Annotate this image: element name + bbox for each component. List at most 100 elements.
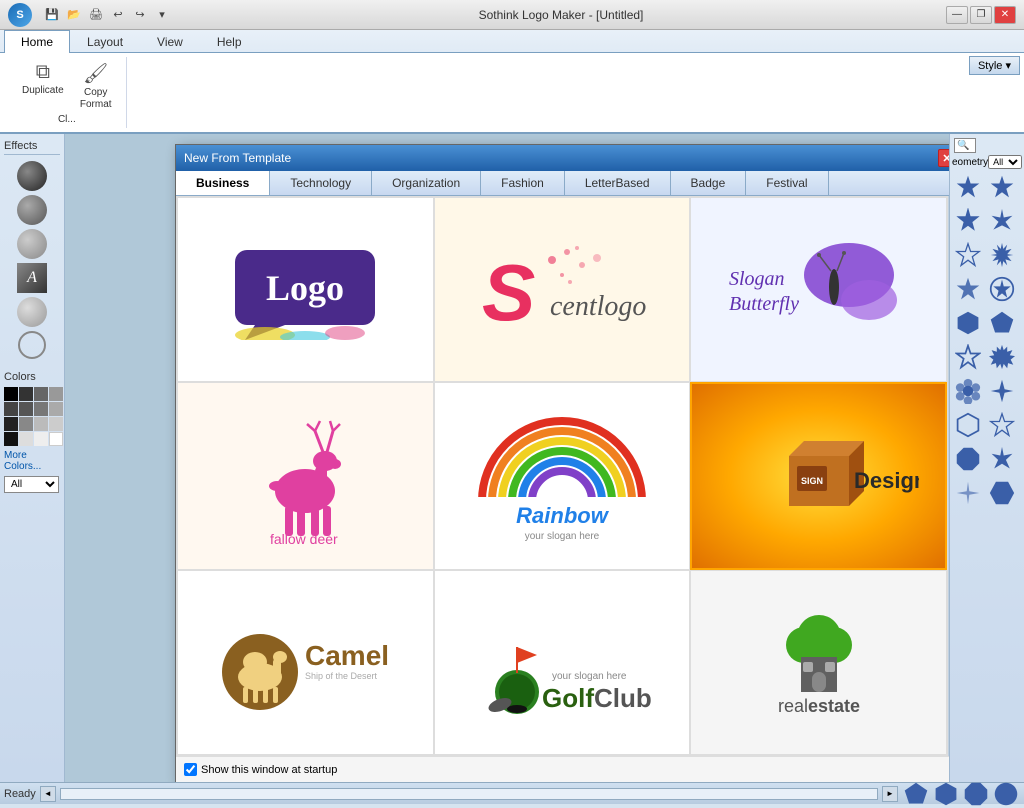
shape-search-input[interactable] bbox=[954, 138, 976, 153]
shape-hexagon3[interactable] bbox=[986, 477, 1018, 509]
modal-tab-festival[interactable]: Festival bbox=[746, 171, 828, 195]
color-dark2[interactable] bbox=[34, 387, 48, 401]
modal-tab-business[interactable]: Business bbox=[176, 171, 270, 195]
effect-outline[interactable] bbox=[18, 331, 46, 359]
bottom-shape-octagon[interactable] bbox=[962, 780, 990, 808]
color-mid2[interactable] bbox=[19, 417, 33, 431]
color-dark5[interactable] bbox=[34, 402, 48, 416]
shape-hexagon2[interactable] bbox=[952, 409, 984, 441]
restore-btn[interactable]: ❐ bbox=[970, 6, 992, 24]
effect-text-a[interactable]: A bbox=[17, 263, 47, 293]
shape-star6-2[interactable] bbox=[952, 205, 984, 237]
quick-access-more[interactable]: ▾ bbox=[152, 6, 172, 24]
template-rainbow[interactable]: Rainbow your slogan here bbox=[434, 382, 691, 569]
shape-star-outline2[interactable] bbox=[952, 341, 984, 373]
minimize-btn[interactable]: — bbox=[946, 6, 968, 24]
show-startup-input[interactable] bbox=[184, 763, 197, 776]
scroll-right-btn[interactable]: ► bbox=[882, 786, 898, 802]
horizontal-scroll-track[interactable] bbox=[60, 788, 878, 800]
modal-tab-letterbased[interactable]: LetterBased bbox=[565, 171, 671, 195]
copy-format-label: CopyFormat bbox=[80, 87, 112, 111]
tab-layout[interactable]: Layout bbox=[70, 30, 140, 53]
shape-star-round1[interactable] bbox=[952, 273, 984, 305]
shape-hexagon1[interactable] bbox=[952, 307, 984, 339]
copy-format-btn[interactable]: 🖌 CopyFormat bbox=[74, 59, 118, 113]
svg-text:Design: Design bbox=[854, 468, 919, 493]
color-mid[interactable] bbox=[49, 387, 63, 401]
shape-octagon1[interactable] bbox=[952, 443, 984, 475]
main-area: Effects A Colors bbox=[0, 134, 1024, 782]
color-light2[interactable] bbox=[34, 417, 48, 431]
shape-flower1[interactable] bbox=[952, 375, 984, 407]
more-colors-link[interactable]: More Colors... bbox=[4, 450, 60, 472]
shape-star5-1[interactable] bbox=[986, 171, 1018, 203]
shape-pentagon1[interactable] bbox=[986, 307, 1018, 339]
save-btn[interactable]: 💾 bbox=[42, 6, 62, 24]
color-black[interactable] bbox=[4, 387, 18, 401]
modal-close-btn[interactable]: ✕ bbox=[938, 149, 949, 167]
shape-star-round2[interactable] bbox=[986, 273, 1018, 305]
template-scentlogo[interactable]: S centlogo bbox=[434, 197, 691, 382]
shape-star8-1[interactable] bbox=[986, 205, 1018, 237]
template-signdesign[interactable]: SIGN Design bbox=[690, 382, 947, 569]
template-butterfly[interactable]: Slogan Butterfly bbox=[690, 197, 947, 382]
canvas-area[interactable]: New From Template ✕ Business Technology … bbox=[65, 134, 949, 782]
bottom-shape-hexagon[interactable] bbox=[932, 780, 960, 808]
shape-starburst2[interactable] bbox=[986, 341, 1018, 373]
color-dark4[interactable] bbox=[19, 402, 33, 416]
color-category-dropdown[interactable]: All bbox=[4, 476, 59, 493]
effect-gray[interactable] bbox=[17, 297, 47, 327]
template-golfclub[interactable]: your slogan here GolfClub bbox=[434, 570, 691, 755]
close-btn[interactable]: ✕ bbox=[994, 6, 1016, 24]
bottom-shape-pentagon[interactable] bbox=[902, 780, 930, 808]
shape-star-thin[interactable] bbox=[952, 477, 984, 509]
shape-star-outline1[interactable] bbox=[952, 239, 984, 271]
status-text: Ready bbox=[4, 788, 36, 800]
shape-grid bbox=[952, 171, 1022, 509]
shape-star6-1[interactable] bbox=[952, 171, 984, 203]
color-light4[interactable] bbox=[19, 432, 33, 446]
color-dark7[interactable] bbox=[4, 432, 18, 446]
svg-text:Logo: Logo bbox=[266, 268, 344, 308]
modal-overlay: New From Template ✕ Business Technology … bbox=[65, 134, 949, 782]
redo-btn[interactable]: ↪ bbox=[130, 6, 150, 24]
ribbon-tabs: Home Layout View Help Style ▾ bbox=[0, 30, 1024, 52]
scroll-left-btn[interactable]: ◄ bbox=[40, 786, 56, 802]
geometry-select[interactable]: All bbox=[988, 155, 1022, 169]
duplicate-btn[interactable]: ⧉ Duplicate bbox=[16, 59, 70, 113]
shape-star4[interactable] bbox=[986, 375, 1018, 407]
modal-tab-fashion[interactable]: Fashion bbox=[481, 171, 565, 195]
tab-home[interactable]: Home bbox=[4, 30, 70, 53]
effect-mid[interactable] bbox=[17, 195, 47, 225]
style-dropdown-btn[interactable]: Style ▾ bbox=[969, 56, 1020, 75]
status-bar: Ready ◄ ► bbox=[0, 782, 1024, 804]
color-light5[interactable] bbox=[34, 432, 48, 446]
shape-burst1[interactable] bbox=[986, 239, 1018, 271]
effect-light[interactable] bbox=[17, 229, 47, 259]
shape-star5-2[interactable] bbox=[986, 409, 1018, 441]
color-dark3[interactable] bbox=[4, 402, 18, 416]
template-camel[interactable]: Camel Ship of the Desert bbox=[177, 570, 434, 755]
shape-star6-3[interactable] bbox=[986, 443, 1018, 475]
modal-tab-technology[interactable]: Technology bbox=[270, 171, 372, 195]
color-white[interactable] bbox=[49, 432, 63, 446]
tab-view[interactable]: View bbox=[140, 30, 200, 53]
open-btn[interactable]: 📂 bbox=[64, 6, 84, 24]
tab-help[interactable]: Help bbox=[200, 30, 259, 53]
undo-btn[interactable]: ↩ bbox=[108, 6, 128, 24]
color-dark1[interactable] bbox=[19, 387, 33, 401]
print-btn[interactable]: 🖨 bbox=[86, 6, 106, 24]
bottom-shape-circle[interactable] bbox=[992, 780, 1020, 808]
color-light3[interactable] bbox=[49, 417, 63, 431]
template-fallow-deer[interactable]: fallow deer bbox=[177, 382, 434, 569]
color-dark6[interactable] bbox=[4, 417, 18, 431]
template-realestate[interactable]: realestate bbox=[690, 570, 947, 755]
modal-tab-badge[interactable]: Badge bbox=[671, 171, 747, 195]
geometry-label: eometry bbox=[952, 157, 988, 168]
show-on-startup-checkbox[interactable]: Show this window at startup bbox=[184, 763, 337, 776]
modal-tabs: Business Technology Organization Fashion… bbox=[176, 171, 949, 196]
template-logo[interactable]: Logo bbox=[177, 197, 434, 382]
modal-tab-organization[interactable]: Organization bbox=[372, 171, 481, 195]
color-light1[interactable] bbox=[49, 402, 63, 416]
effect-dark[interactable] bbox=[17, 161, 47, 191]
